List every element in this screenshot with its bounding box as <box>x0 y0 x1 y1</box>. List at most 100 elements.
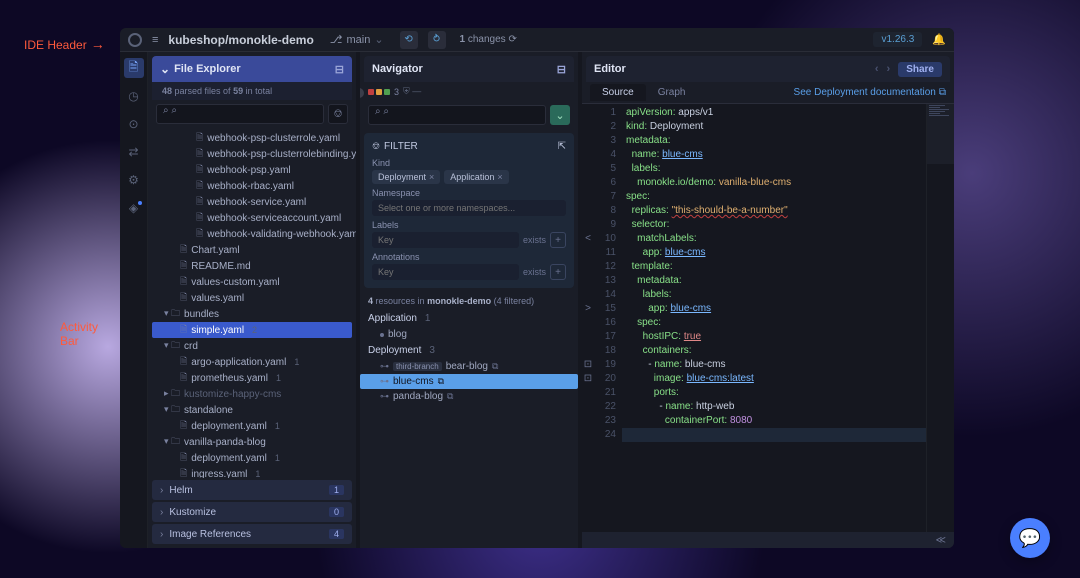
file-item[interactable]: simple.yaml2 <box>152 322 352 338</box>
file-item[interactable]: argo-application.yaml1 <box>152 354 352 370</box>
kind-tag[interactable]: Deployment × <box>372 170 440 184</box>
file-item[interactable]: deployment.yaml1 <box>152 450 352 466</box>
code-line[interactable]: - name: blue-cms <box>622 358 926 372</box>
file-search-input[interactable]: ⌕ <box>156 104 324 124</box>
code-editor[interactable]: <>⊡⊡ 12345678910111213141516171819202122… <box>582 104 954 532</box>
resource-group[interactable]: Application1 <box>360 310 578 327</box>
minimap[interactable] <box>926 104 954 532</box>
branch-selector[interactable]: main ⌄ <box>324 31 390 48</box>
expand-icon[interactable]: ⊟ <box>557 63 566 76</box>
file-icon <box>180 466 187 478</box>
activity-search-icon[interactable]: ⊙ <box>124 114 144 134</box>
filter-pin-icon[interactable]: ⇱ <box>558 141 566 152</box>
file-item[interactable]: webhook-psp.yaml <box>152 162 352 178</box>
editor-tab-graph[interactable]: Graph <box>646 84 698 101</box>
share-button[interactable]: Share <box>898 62 942 77</box>
collapse-icon[interactable]: ⊟ <box>335 63 344 76</box>
file-item[interactable]: webhook-rbac.yaml <box>152 178 352 194</box>
menu-icon[interactable]: ≡ <box>152 34 158 46</box>
file-item[interactable]: ingress.yaml1 <box>152 466 352 478</box>
namespace-select[interactable] <box>372 200 566 216</box>
file-item[interactable]: webhook-psp-clusterrole.yaml <box>152 130 352 146</box>
resource-item[interactable]: panda-blog ⧉ <box>360 389 578 404</box>
resource-item[interactable]: blog <box>360 327 578 342</box>
labels-key-input[interactable] <box>372 232 519 248</box>
file-icon <box>180 258 187 274</box>
activity-validate-icon[interactable]: ◈ <box>124 198 144 218</box>
code-line[interactable]: image: blue-cms:latest <box>622 372 926 386</box>
file-explorer-header[interactable]: File Explorer⊟ <box>152 56 352 82</box>
code-line[interactable]: - name: http-web <box>622 400 926 414</box>
file-item[interactable]: webhook-serviceaccount.yaml <box>152 210 352 226</box>
activity-explorer-icon[interactable]: 🗎 <box>124 58 144 78</box>
navigator-search-input[interactable]: ⌕ <box>368 105 546 125</box>
code-line[interactable]: template: <box>622 260 926 274</box>
file-filter-button[interactable]: ⎊ <box>328 104 348 124</box>
resource-group[interactable]: Deployment3 <box>360 342 578 359</box>
code-line[interactable]: app: blue-cms <box>622 302 926 316</box>
code-line[interactable]: containerPort: 8080 <box>622 414 926 428</box>
annotation-activity-bar: Activity Bar <box>60 320 98 348</box>
deployment-doc-link[interactable]: See Deployment documentation ⧉ <box>794 87 946 98</box>
code-line[interactable]: name: blue-cms <box>622 148 926 162</box>
folder-item[interactable]: standalone <box>152 402 352 418</box>
code-line[interactable]: spec: <box>622 190 926 204</box>
code-line[interactable]: hostIPC: true <box>622 330 926 344</box>
code-line[interactable]: kind: Deployment <box>622 120 926 134</box>
problems-icon[interactable]: ≪ <box>936 535 946 546</box>
file-item[interactable]: webhook-validating-webhook.yaml <box>152 226 352 242</box>
editor-tab-source[interactable]: Source <box>590 84 646 101</box>
file-item[interactable]: prometheus.yaml1 <box>152 370 352 386</box>
changes-indicator[interactable]: 1 changes ⟳ <box>456 34 521 45</box>
code-line[interactable] <box>622 428 926 442</box>
code-line[interactable]: app: blue-cms <box>622 246 926 260</box>
code-line[interactable]: ports: <box>622 386 926 400</box>
remove-tag-icon[interactable]: × <box>429 172 434 182</box>
code-line[interactable]: spec: <box>622 316 926 330</box>
remove-tag-icon[interactable]: × <box>497 172 502 182</box>
activity-compass-icon[interactable]: ◷ <box>124 86 144 106</box>
file-item[interactable]: webhook-psp-clusterrolebinding.yaml <box>152 146 352 162</box>
kind-tag[interactable]: Application × <box>444 170 508 184</box>
editor-forward-button[interactable]: › <box>887 63 891 75</box>
file-item[interactable]: Chart.yaml <box>152 242 352 258</box>
code-line[interactable]: metadata: <box>622 274 926 288</box>
file-item[interactable]: deployment.yaml1 <box>152 418 352 434</box>
file-item[interactable]: values-custom.yaml <box>152 274 352 290</box>
section-helm[interactable]: Helm1 <box>152 480 352 500</box>
navigator-add-button[interactable]: ⌄ <box>550 105 570 125</box>
folder-item[interactable]: bundles <box>152 306 352 322</box>
folder-icon <box>164 306 180 322</box>
file-item[interactable]: webhook-service.yaml <box>152 194 352 210</box>
code-line[interactable]: labels: <box>622 162 926 176</box>
labels-add-button[interactable]: + <box>550 232 566 248</box>
code-line[interactable]: metadata: <box>622 134 926 148</box>
code-line[interactable]: replicas: "this-should-be-a-number" <box>622 204 926 218</box>
code-line[interactable]: matchLabels: <box>622 232 926 246</box>
resource-item[interactable]: blue-cms ⧉ <box>360 374 578 389</box>
resource-item[interactable]: third-branch bear-blog ⧉ <box>360 359 578 374</box>
chat-fab-button[interactable]: 💬 <box>1010 518 1050 558</box>
code-line[interactable]: apiVersion: apps/v1 <box>622 106 926 120</box>
sync-left-button[interactable]: ⟲ <box>400 31 418 49</box>
code-line[interactable]: containers: <box>622 344 926 358</box>
code-line[interactable]: labels: <box>622 288 926 302</box>
section-kustomize[interactable]: Kustomize0 <box>152 502 352 522</box>
file-item[interactable]: values.yaml <box>152 290 352 306</box>
activity-settings-icon[interactable]: ⚙ <box>124 170 144 190</box>
file-item[interactable]: README.md <box>152 258 352 274</box>
annotations-key-input[interactable] <box>372 264 519 280</box>
folder-item[interactable]: vanilla-panda-blog <box>152 434 352 450</box>
notifications-icon[interactable]: 🔔 <box>932 33 946 46</box>
file-icon <box>196 146 203 162</box>
activity-git-icon[interactable]: ⇄ <box>124 142 144 162</box>
sync-right-button[interactable]: ⥁ <box>428 31 446 49</box>
code-line[interactable]: selector: <box>622 218 926 232</box>
annotations-add-button[interactable]: + <box>550 264 566 280</box>
editor-back-button[interactable]: ‹ <box>875 63 879 75</box>
section-image-references[interactable]: Image References4 <box>152 524 352 544</box>
folder-item[interactable]: crd <box>152 338 352 354</box>
folder-item[interactable]: kustomize-happy-cms <box>152 386 352 402</box>
file-icon <box>180 450 187 466</box>
code-line[interactable]: monokle.io/demo: vanilla-blue-cms <box>622 176 926 190</box>
